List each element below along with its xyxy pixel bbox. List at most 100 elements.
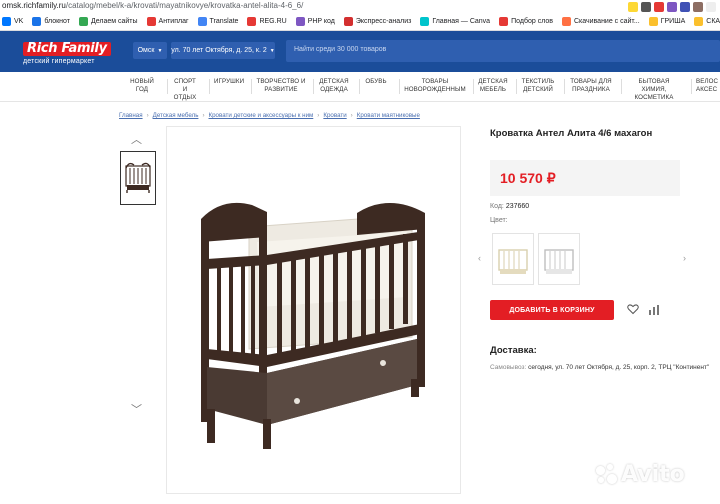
product-main-image[interactable] [166,126,461,494]
product-title: Кроватка Антел Алита 4/6 махагон [490,128,653,139]
bookmark-label: Скачивание с сайт... [573,18,640,25]
color-swatch-white[interactable] [538,233,580,285]
nav-item-label: ДЕТСКИЙ [523,86,553,93]
bookmark-item[interactable]: PHP код [295,17,335,26]
extension-icon[interactable] [641,1,651,12]
nav-item-label: ТВОРЧЕСТВО И [256,78,306,85]
bookmark-item[interactable]: Скачивание с сайт... [561,17,640,26]
category-nav: НОВЫЙ ГОД СПОРТ И ОТДЫХ ИГРУШКИ ТВОРЧЕСТВО ИР… [0,72,720,102]
nav-item-label: ДЕТСКАЯ [478,78,508,85]
pickup-value: сегодня, ул. 70 лет Октября, д. 25, корп… [528,364,710,371]
add-to-cart-button[interactable]: Добавить в корзину [490,300,614,320]
nav-item[interactable]: БЫТОВАЯ ХИМИЯ, КОСМЕТИКА [621,78,682,102]
nav-item[interactable]: ТОВАРЫ ДЛЯ ПРАЗДНИКА [564,78,613,94]
chevron-down-icon: ▼ [269,47,275,54]
product-code: Код: 237660 [490,203,529,210]
url-path: /catalog/mebel/k-a/krovati/mayatnikovye/… [65,1,304,10]
watermark-text: Avito [621,462,685,487]
nav-item[interactable]: ИГРУШКИ [209,78,245,94]
nav-item-label: ОБУВЬ [365,78,387,85]
bookmark-label: Translate [209,18,239,25]
price-box: 10 570 ₽ [490,160,680,196]
nav-item[interactable]: ДЕТСКАЯ ОДЕЖДА [313,78,350,94]
bookmark-label: Делаем сайты [90,18,138,25]
nav-item-label: МЕБЕЛЬ [479,86,507,93]
bookmark-label: СКАЧИВАНИЕ [706,18,720,25]
bookmark-item[interactable]: VK [2,17,23,26]
bookmark-item[interactable]: Экспресс-анализ [343,17,411,26]
gallery-thumbnail[interactable] [120,151,156,205]
extension-icon[interactable] [628,1,638,12]
product-price: 10 570 ₽ [500,170,556,186]
chevron-down-icon[interactable]: ﹀ [131,401,142,417]
chevron-right-icon[interactable]: › [683,253,686,263]
chevron-right-icon: › [202,112,205,119]
nav-item[interactable]: НОВЫЙ ГОД [130,78,154,94]
city-selector[interactable]: Омск ▼ [133,42,167,59]
breadcrumb: Главная › Детская мебель › Кровати детские и… [119,112,420,119]
extension-icon[interactable] [680,1,690,12]
bookmark-item[interactable]: СКАЧИВАНИЕ [694,17,720,26]
bookmark-label: Главная — Canva [432,18,491,25]
nav-item-label: БЫТОВАЯ ХИМИЯ, [638,78,670,93]
nav-item-label: СПОРТ И [174,78,196,93]
nav-item-label: ОДЕЖДА [320,86,348,93]
bookmark-item[interactable]: Подбор слов [499,17,553,26]
color-swatch-ivory[interactable] [492,233,534,285]
breadcrumb-link[interactable]: Кровати маятниковые [357,112,420,119]
site-header: Rich Family детский гипермаркет Омск ▼ у… [0,31,720,72]
chevron-down-icon: ▼ [157,47,163,54]
product-code-label: Код: [490,203,504,210]
bookmark-favicon-icon [499,17,509,26]
bookmark-item[interactable]: REG.RU [247,17,287,26]
nav-item-label: ИГРУШКИ [214,78,245,85]
search-input[interactable]: Найти среди 30 000 товаров [286,40,720,62]
breadcrumb-link[interactable]: Главная [119,112,143,119]
heart-icon[interactable] [627,303,639,315]
nav-item-label: ПРАЗДНИКА [572,86,610,93]
site-logo[interactable]: Rich Family детский гипермаркет [23,39,115,65]
extensions-bar [628,0,720,13]
nav-item-label: ТЕКСТИЛЬ [521,78,555,85]
nav-item-label: ГОД [135,86,149,93]
bookmark-favicon-icon [197,17,207,26]
extension-icon[interactable] [654,1,664,12]
nav-item[interactable]: ТОВАРЫ НОВОРОЖДЕННЫМ [399,78,466,94]
color-label: Цвет: [490,217,508,224]
logo-tagline: детский гипермаркет [23,58,95,65]
crib-image [201,202,425,449]
bookmark-item[interactable]: Главная — Canva [420,17,490,26]
bookmark-favicon-icon [146,17,156,26]
url-text: omsk.richfamily.ru/catalog/mebel/k-a/kro… [2,0,303,12]
bookmark-favicon-icon [247,17,257,26]
crib-thumbnail-image [125,162,151,193]
nav-item[interactable]: ОБУВЬ [359,78,388,94]
breadcrumb-link[interactable]: Детская мебель [153,112,199,119]
store-address-selector[interactable]: ул. 70 лет Октября, д. 25, к. 2 ▼ [171,42,275,59]
nav-item[interactable]: ТЕКСТИЛЬ ДЕТСКИЙ [516,78,555,94]
extension-icon[interactable] [693,1,703,12]
nav-item-label: НОВОРОЖДЕННЫМ [404,86,466,93]
crib-ivory-image [498,249,528,274]
logo-text: Rich Family [23,42,111,56]
bookmark-item[interactable]: Делаем сайты [78,17,138,26]
nav-item[interactable]: ТВОРЧЕСТВО И РАЗВИТИЕ [251,78,306,94]
nav-item[interactable]: ВЕЛОС АКСЕС [691,78,720,94]
extension-icon[interactable] [706,1,716,12]
bookmark-item[interactable]: ГРИША [648,17,685,26]
nav-item[interactable]: СПОРТ И ОТДЫХ [167,78,198,102]
extension-icon[interactable] [667,1,677,12]
compare-icon[interactable] [648,305,660,315]
breadcrumb-link[interactable]: Кровати [323,112,346,119]
nav-item[interactable]: ДЕТСКАЯ МЕБЕЛЬ [473,78,508,94]
bookmark-item[interactable]: Translate [197,17,239,26]
crib-white-image [544,249,574,274]
pickup-label: Самовывоз: [490,364,527,371]
bookmark-item[interactable]: Антиплаг [146,17,189,26]
chevron-left-icon[interactable]: ‹ [478,253,481,263]
chevron-up-icon[interactable]: ︿ [131,131,142,147]
bookmark-item[interactable]: блокнот [32,17,70,26]
breadcrumb-link[interactable]: Кровати детские и аксессуары к ним [209,112,314,119]
url-host: omsk.richfamily.ru [2,1,66,10]
address-bar[interactable]: omsk.richfamily.ru/catalog/mebel/k-a/kro… [0,0,720,13]
